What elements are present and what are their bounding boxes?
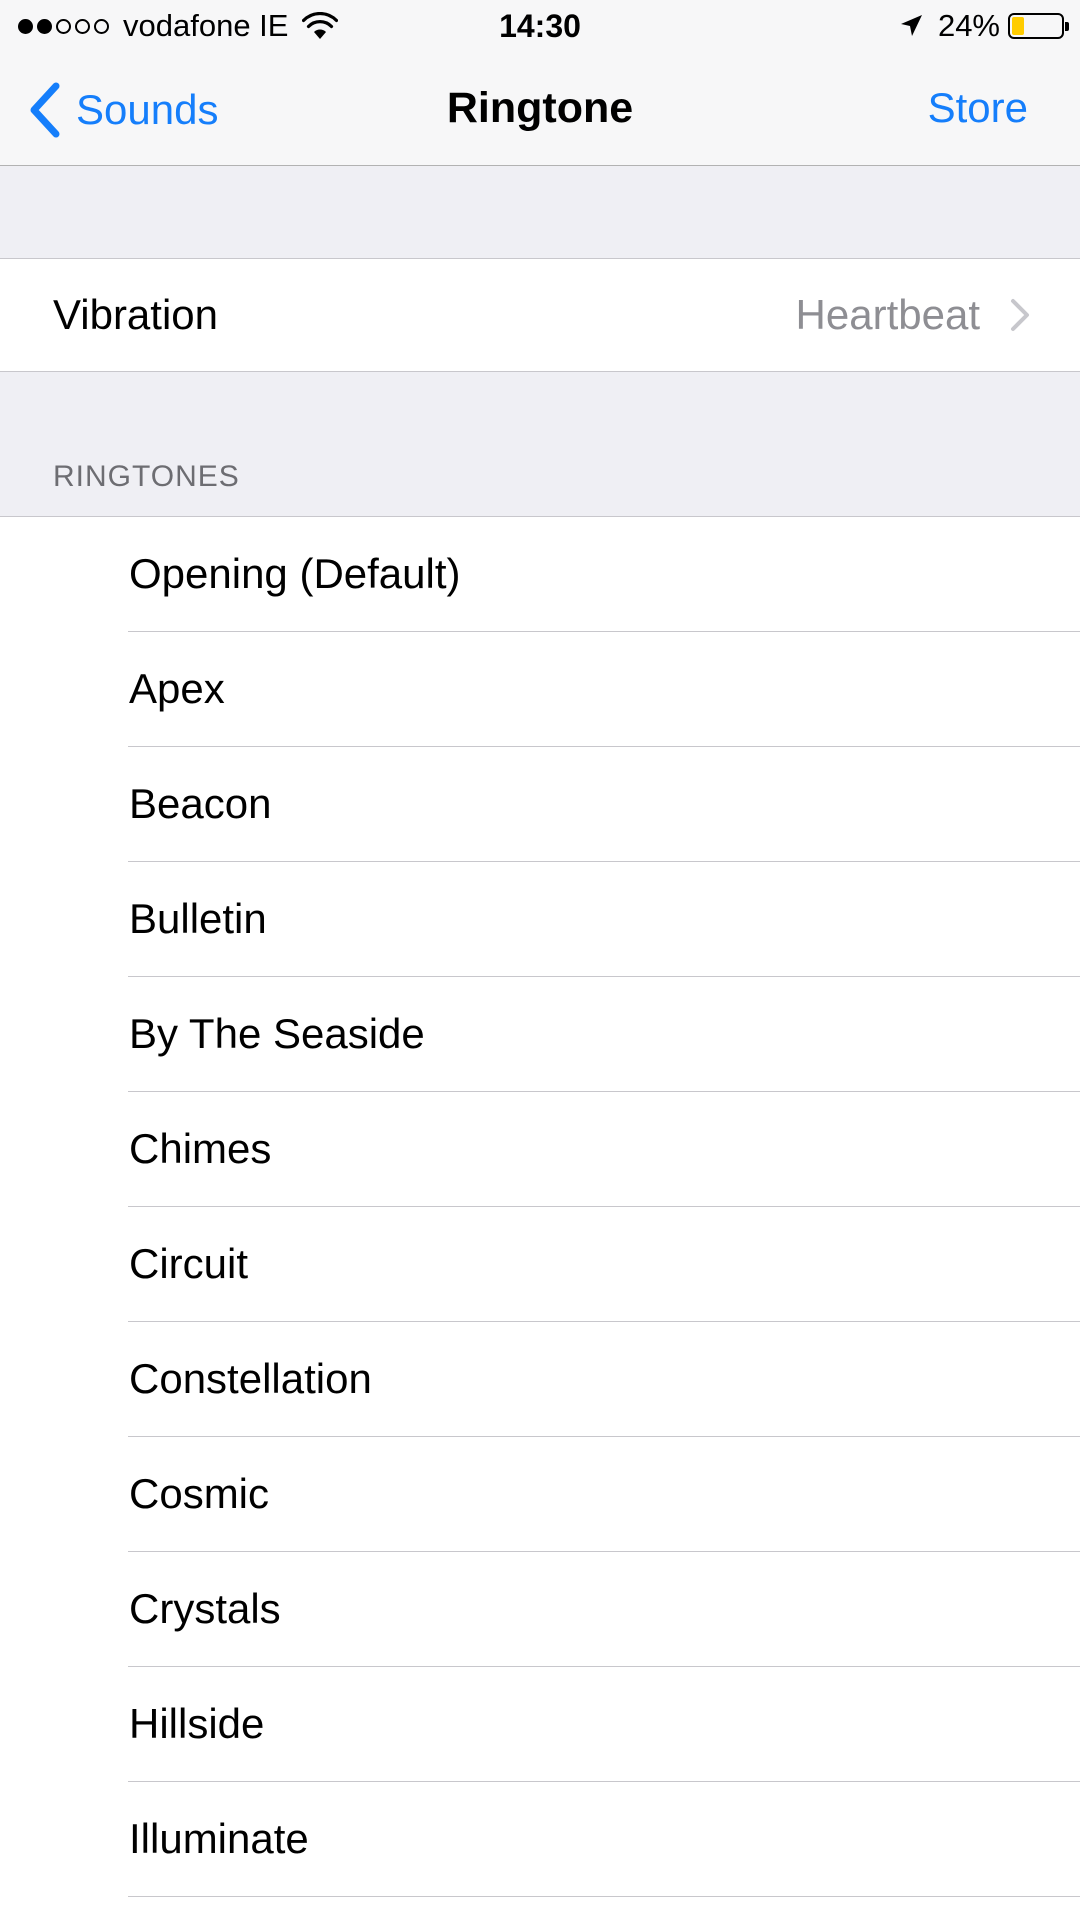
ringtone-item[interactable]: Constellation xyxy=(0,1322,1080,1437)
status-bar: vodafone IE 14:30 24% xyxy=(0,0,1080,54)
ringtone-label: Crystals xyxy=(129,1585,281,1632)
ringtone-label: Beacon xyxy=(129,780,272,827)
ringtone-label: Bulletin xyxy=(129,895,267,942)
ringtone-list: Opening (Default) Apex Beacon Bulletin B… xyxy=(0,516,1080,1920)
ringtone-label: Illuminate xyxy=(129,1815,309,1862)
ringtones-section-header: RINGTONES xyxy=(53,460,240,493)
ringtone-item[interactable]: Apex xyxy=(0,632,1080,747)
page-title: Ringtone xyxy=(446,84,634,132)
store-button[interactable]: Store xyxy=(928,84,1028,132)
ringtone-label: By The Seaside xyxy=(129,1010,425,1057)
ringtone-item[interactable]: Cosmic xyxy=(0,1437,1080,1552)
vibration-value: Heartbeat xyxy=(795,291,980,338)
vibration-cell[interactable]: Vibration Heartbeat xyxy=(0,258,1080,372)
ringtone-item[interactable]: Hillside xyxy=(0,1667,1080,1782)
battery-icon xyxy=(1008,13,1069,39)
navigation-bar: Sounds Ringtone Store xyxy=(0,54,1080,166)
ringtone-item[interactable]: Beacon xyxy=(0,747,1080,862)
ringtone-label: Constellation xyxy=(129,1355,372,1402)
ringtone-item[interactable]: By The Seaside xyxy=(0,977,1080,1092)
ringtone-label: Opening (Default) xyxy=(129,550,461,597)
battery-percent: 24% xyxy=(937,8,1000,43)
battery-tip xyxy=(1065,22,1069,31)
location-arrow-icon xyxy=(900,15,922,36)
ringtone-label: Circuit xyxy=(129,1240,249,1287)
ringtone-item[interactable]: Illuminate xyxy=(0,1782,1080,1897)
ringtone-item[interactable]: Opening (Default) xyxy=(0,517,1080,632)
ringtone-item[interactable]: Chimes xyxy=(0,1092,1080,1207)
ringtone-label: Apex xyxy=(129,665,225,712)
ringtone-label: Hillside xyxy=(129,1700,265,1747)
status-right: 24% xyxy=(898,8,1069,44)
ringtone-item[interactable]: Bulletin xyxy=(0,862,1080,977)
ringtone-label: Cosmic xyxy=(129,1470,270,1517)
vibration-label: Vibration xyxy=(53,291,219,338)
ringtone-item[interactable]: Circuit xyxy=(0,1207,1080,1322)
chevron-right-icon xyxy=(1011,299,1029,331)
battery-level-fill xyxy=(1012,17,1024,35)
ringtone-item[interactable]: Crystals xyxy=(0,1552,1080,1667)
ringtone-label: Chimes xyxy=(129,1125,272,1172)
